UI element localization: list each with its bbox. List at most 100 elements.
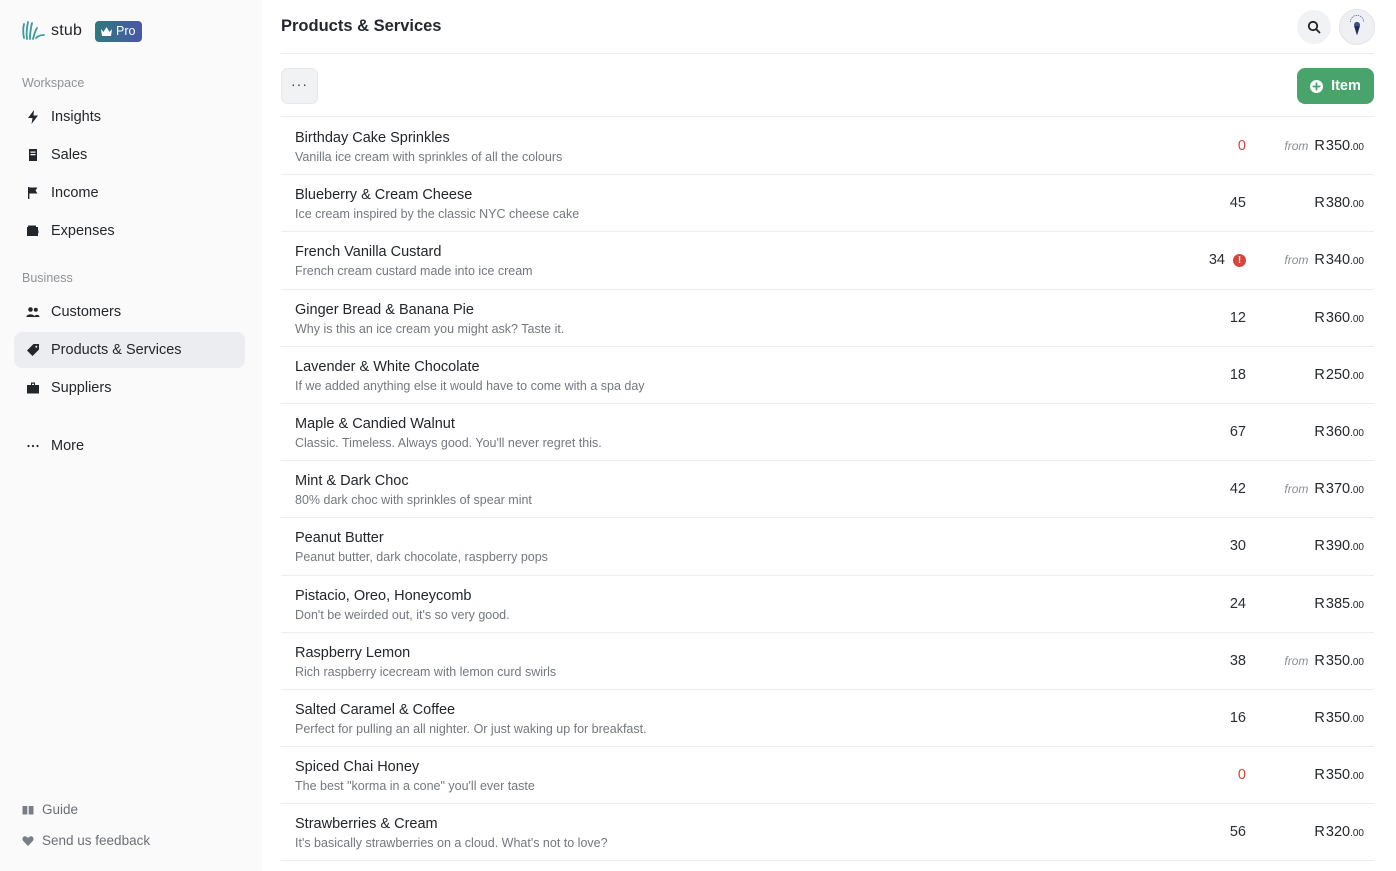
item-description: The best "korma in a cone" you'll ever t… [295, 779, 535, 794]
table-row[interactable]: Salted Caramel & Coffee Perfect for pulli… [281, 690, 1374, 748]
feedback-link[interactable]: Send us feedback [22, 833, 150, 848]
brand[interactable]: stub Pro [20, 18, 142, 44]
crown-icon [101, 26, 113, 36]
item-name: Pistacio, Oreo, Honeycomb [295, 587, 472, 604]
briefcase-icon [25, 381, 40, 396]
price-cents: .00 [1350, 370, 1364, 382]
item-name: Birthday Cake Sprinkles [295, 130, 450, 146]
business-section-label: Business [22, 271, 73, 285]
item-quantity-value: 45 [1229, 195, 1246, 212]
sidebar-item-income[interactable]: Income [14, 175, 245, 211]
price-cents: .00 [1350, 142, 1364, 153]
item-quantity: 34! [1209, 252, 1246, 268]
table-row[interactable]: Birthday Cake Sprinkles Vanilla ice cream… [281, 118, 1374, 176]
item-price: R 385.00 [1314, 596, 1364, 612]
item-quantity: 38 [1230, 653, 1246, 669]
feedback-label: Send us feedback [42, 833, 151, 848]
currency-symbol: R [1314, 309, 1325, 326]
sidebar-item-more[interactable]: More [14, 428, 245, 464]
sidebar-item-label: Suppliers [51, 380, 112, 396]
currency-symbol: R [1314, 709, 1325, 726]
table-row[interactable]: Lavender & White Chocolate If we added an… [281, 347, 1374, 404]
tag-icon [25, 343, 40, 358]
sidebar-item-customers[interactable]: Customers [14, 294, 245, 330]
sidebar-item-suppliers[interactable]: Suppliers [14, 370, 245, 406]
item-description: Perfect for pulling an all nighter. Or j… [295, 721, 647, 736]
table-row[interactable]: Peanut Butter Peanut butter, dark chocola… [281, 518, 1374, 576]
item-quantity-value: 16 [1229, 709, 1246, 726]
table-row[interactable]: Ginger Bread & Banana Pie Why is this an … [281, 290, 1374, 347]
search-button[interactable] [1297, 10, 1331, 44]
price-cents: .00 [1350, 771, 1364, 783]
from-label: from [1284, 482, 1309, 497]
price-amount: 340 [1325, 252, 1351, 269]
from-label: from [1284, 653, 1309, 668]
price-amount: 370 [1325, 481, 1351, 498]
plus-circle-icon [1310, 79, 1324, 93]
item-name: Peanut Butter [295, 530, 384, 547]
item-price: from R 340.00 [1284, 252, 1364, 268]
price-cents: .00 [1350, 427, 1364, 439]
avatar[interactable] [1339, 9, 1375, 45]
item-price: R 350.00 [1314, 767, 1364, 783]
sidebar-item-products-services[interactable]: Products & Services [14, 332, 245, 368]
guide-link[interactable]: Guide [22, 802, 78, 817]
item-quantity-value: 34 [1208, 252, 1225, 269]
search-icon [1307, 20, 1321, 34]
sidebar-item-label: Insights [51, 109, 101, 125]
item-description: Why is this an ice cream you might ask? … [295, 321, 565, 336]
item-name: Lavender & White Chocolate [295, 358, 480, 375]
price-amount: 380 [1325, 195, 1351, 212]
topbar: Products & Services [281, 0, 1375, 54]
sidebar-item-expenses[interactable]: Expenses [14, 213, 245, 249]
item-name: Mint & Dark Choc [295, 473, 409, 490]
price-cents: .00 [1350, 256, 1364, 268]
receipt-icon [25, 148, 40, 163]
table-row[interactable]: Raspberry Lemon Rich raspberry icecream w… [281, 633, 1374, 690]
item-price: R 360.00 [1314, 310, 1364, 326]
item-price: R 350.00 [1314, 710, 1364, 726]
price-amount: 360 [1325, 309, 1351, 326]
workspace-section-label: Workspace [22, 76, 85, 90]
sidebar: stub Pro Workspace Insights Sales Income… [0, 0, 262, 871]
item-price: from R 350.00 [1284, 138, 1364, 154]
price-cents: .00 [1350, 542, 1364, 554]
item-quantity-value: 67 [1229, 423, 1246, 440]
add-item-label: Item [1331, 78, 1361, 94]
sidebar-item-label: Sales [51, 147, 88, 163]
sidebar-item-sales[interactable]: Sales [14, 137, 245, 173]
item-quantity-value: 38 [1229, 652, 1246, 669]
users-icon [25, 305, 40, 320]
price-cents: .00 [1350, 599, 1364, 611]
table-row[interactable]: Spiced Chai Honey The best "korma in a co… [281, 747, 1374, 805]
table-row[interactable]: Pistacio, Oreo, Honeycomb Don't be weirde… [281, 576, 1374, 633]
price-cents: .00 [1350, 713, 1364, 725]
add-item-button[interactable]: Item [1297, 68, 1374, 104]
item-price: R 360.00 [1314, 424, 1364, 440]
item-quantity-value: 30 [1229, 538, 1246, 555]
item-quantity-value: 42 [1229, 481, 1246, 498]
item-quantity-value: 12 [1229, 309, 1246, 326]
item-description: Peanut butter, dark chocolate, raspberry… [295, 550, 548, 565]
item-name: Ginger Bread & Banana Pie [295, 301, 474, 318]
table-row[interactable]: Blueberry & Cream Cheese Ice cream inspir… [281, 175, 1374, 233]
table-row[interactable]: French Vanilla Custard French cream custa… [281, 232, 1374, 290]
price-cents: .00 [1350, 199, 1364, 211]
item-description: French cream custard made into ice cream [295, 264, 533, 279]
sidebar-item-insights[interactable]: Insights [14, 99, 245, 135]
pro-badge-label: Pro [116, 24, 136, 38]
table-row[interactable]: Strawberries & Cream It's basically straw… [281, 804, 1374, 862]
ice-cream-logo-icon [1343, 13, 1371, 41]
more-actions-button[interactable]: ··· [281, 68, 318, 104]
item-description: Don't be weirded out, it's so very good. [295, 607, 510, 622]
table-row[interactable]: Mint & Dark Choc 80% dark choc with sprin… [281, 461, 1374, 519]
price-amount: 320 [1325, 824, 1351, 841]
item-quantity: 16 [1230, 710, 1246, 726]
pro-badge: Pro [95, 20, 142, 42]
currency-symbol: R [1314, 195, 1325, 212]
from-label: from [1284, 139, 1309, 153]
currency-symbol: R [1314, 423, 1325, 440]
item-quantity: 0 [1238, 138, 1246, 154]
item-description: It's basically strawberries on a cloud. … [295, 836, 608, 851]
table-row[interactable]: Maple & Candied Walnut Classic. Timeless.… [281, 404, 1374, 462]
